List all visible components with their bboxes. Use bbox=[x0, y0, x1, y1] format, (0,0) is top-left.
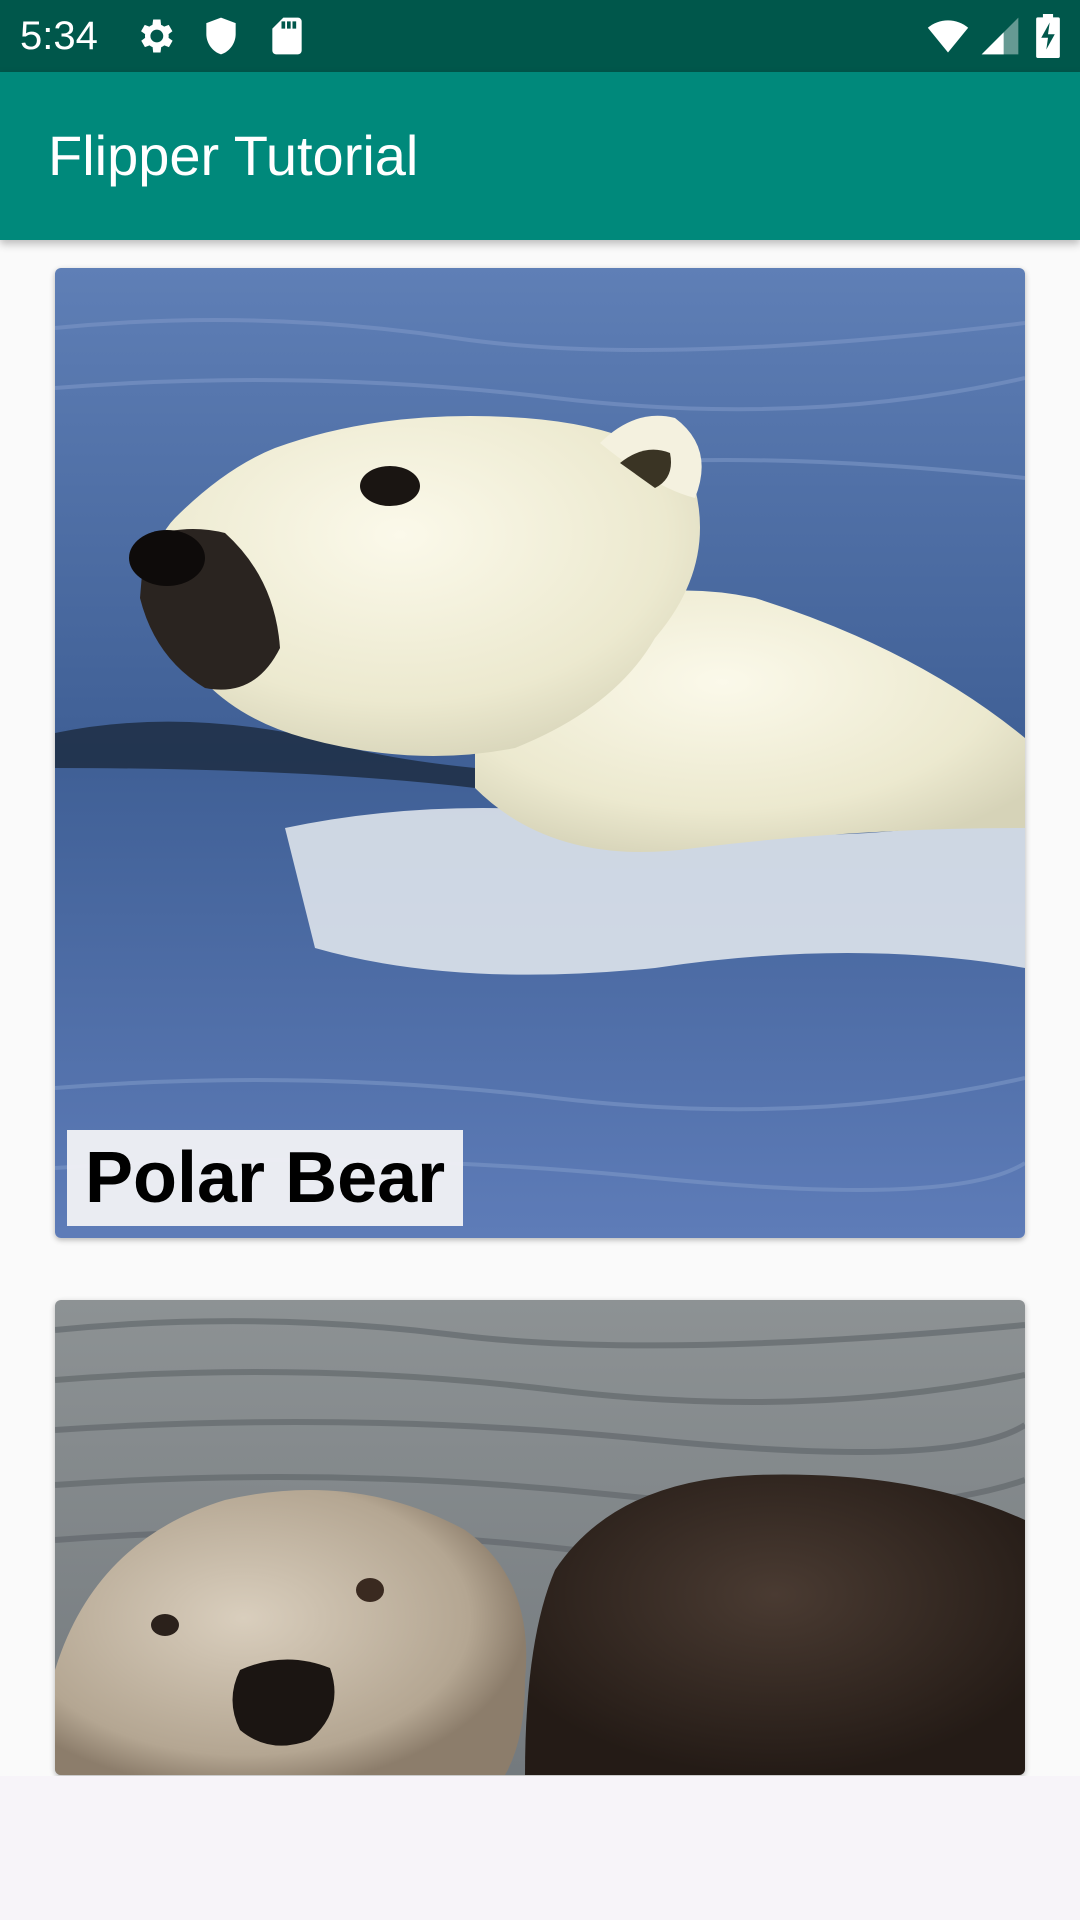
animal-card-sea-otter[interactable] bbox=[55, 1300, 1025, 1775]
wifi-icon bbox=[927, 20, 969, 53]
gear-icon bbox=[141, 19, 173, 53]
card-caption: Polar Bear bbox=[67, 1130, 464, 1226]
caption-text: Polar Bear bbox=[85, 1138, 446, 1218]
animal-card-polar-bear[interactable]: Polar Bear bbox=[55, 268, 1025, 1238]
shield-icon bbox=[206, 17, 236, 55]
sd-card-icon bbox=[272, 17, 302, 55]
status-bar: 5:34 bbox=[0, 0, 1080, 72]
status-time: 5:34 bbox=[20, 14, 98, 58]
app-bar: Flipper Tutorial bbox=[0, 72, 1080, 240]
cell-signal-icon bbox=[981, 17, 1019, 55]
bottom-area bbox=[0, 1776, 1080, 1920]
app-title: Flipper Tutorial bbox=[48, 124, 419, 187]
polar-bear-photo bbox=[55, 268, 1025, 1238]
battery-charging-icon bbox=[1036, 14, 1060, 58]
sea-otter-photo bbox=[55, 1300, 1025, 1775]
